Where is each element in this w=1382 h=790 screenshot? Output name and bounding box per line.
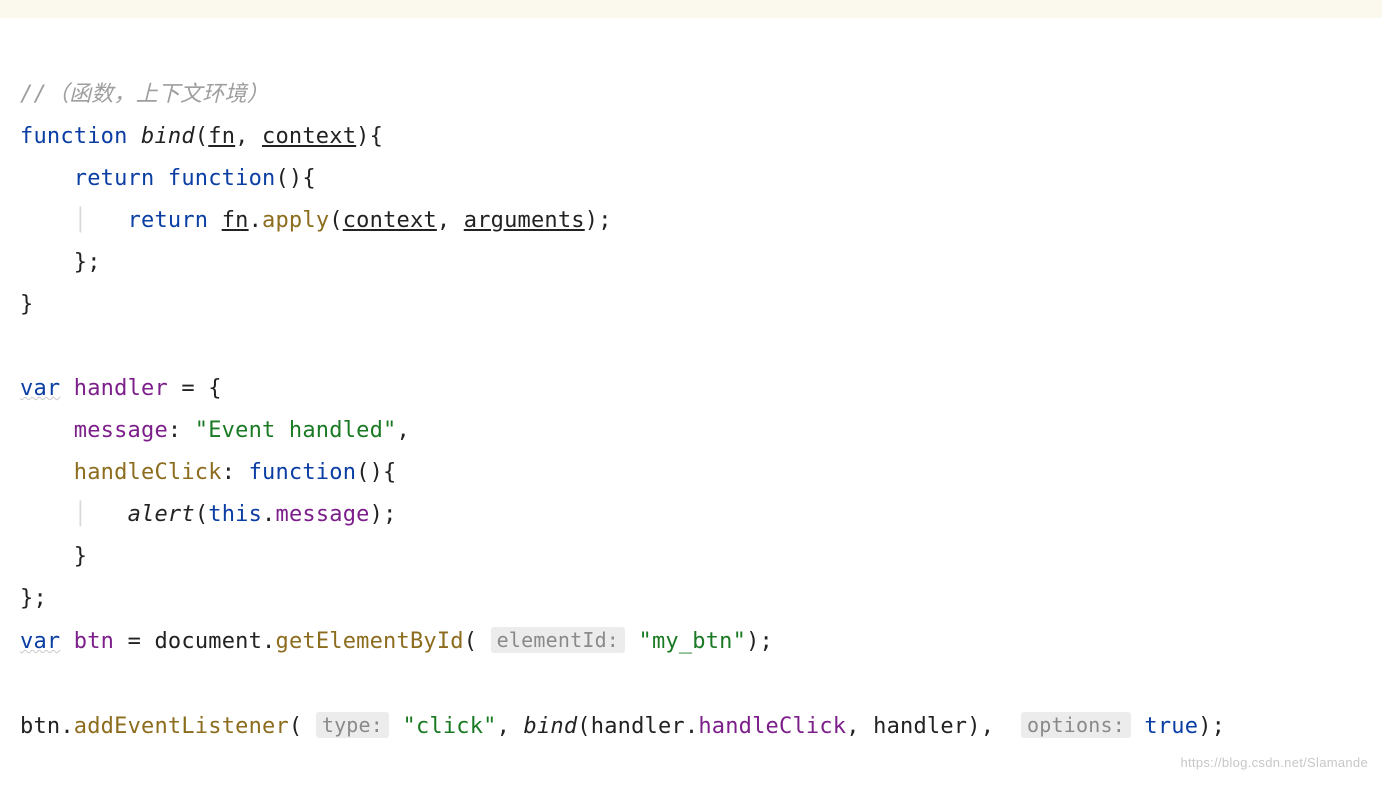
- property-message: message: [74, 418, 168, 443]
- property-handleclick: handleClick: [74, 460, 222, 485]
- code-line: }: [20, 292, 33, 317]
- property-message: message: [276, 502, 370, 527]
- keyword-var: var: [20, 629, 60, 654]
- param-fn: fn: [208, 124, 235, 149]
- fn-alert: alert: [128, 502, 195, 527]
- param-hint-type: type:: [316, 712, 389, 738]
- code-line: return function(){: [20, 166, 316, 191]
- identifier-handler: handler: [873, 714, 967, 739]
- keyword-function: function: [249, 460, 357, 485]
- code-line: var btn = document.getElementById( eleme…: [20, 629, 773, 654]
- param-context: context: [343, 208, 437, 233]
- fn-bind-call: bind: [524, 714, 578, 739]
- comment-text: //（函数，上下文环境）: [20, 82, 269, 107]
- code-line: [20, 671, 33, 696]
- string-click: "click": [403, 714, 497, 739]
- code-line: function bind(fn, context){: [20, 124, 383, 149]
- code-line: │ alert(this.message);: [20, 502, 397, 527]
- param-arguments: arguments: [464, 208, 585, 233]
- code-line: };: [20, 250, 101, 275]
- keyword-function: function: [20, 124, 128, 149]
- param-fn: fn: [222, 208, 249, 233]
- identifier-handler: handler: [74, 376, 168, 401]
- keyword-function: function: [168, 166, 276, 191]
- code-line: btn.addEventListener( type: "click", bin…: [20, 714, 1225, 739]
- indent-guide: │: [74, 208, 87, 233]
- fn-name-bind: bind: [141, 124, 195, 149]
- identifier-document: document: [154, 629, 262, 654]
- code-line: };: [20, 586, 47, 611]
- boolean-true: true: [1144, 714, 1198, 739]
- param-hint-elementid: elementId:: [491, 627, 625, 653]
- code-line: [20, 334, 33, 359]
- string-my-btn: "my_btn": [639, 629, 747, 654]
- param-hint-options: options:: [1021, 712, 1131, 738]
- identifier-btn: btn: [74, 629, 114, 654]
- identifier-handler: handler: [591, 714, 685, 739]
- string-event-handled: "Event handled": [195, 418, 397, 443]
- method-apply: apply: [262, 208, 329, 233]
- property-handleclick: handleClick: [698, 714, 846, 739]
- watermark-text: https://blog.csdn.net/Slamande: [1180, 742, 1368, 784]
- method-getelementbyid: getElementById: [276, 629, 464, 654]
- code-line: handleClick: function(){: [20, 460, 396, 485]
- param-context: context: [262, 124, 356, 149]
- code-line: var handler = {: [20, 376, 222, 401]
- code-line: }: [20, 544, 87, 569]
- top-banner: [0, 0, 1382, 18]
- code-line: message: "Event handled",: [20, 418, 410, 443]
- code-block: //（函数，上下文环境） function bind(fn, context){…: [0, 18, 1382, 790]
- method-addeventlistener: addEventListener: [74, 714, 289, 739]
- identifier-btn: btn: [20, 714, 60, 739]
- indent-guide: │: [74, 502, 87, 527]
- keyword-this: this: [208, 502, 262, 527]
- code-line: │ return fn.apply(context, arguments);: [20, 208, 612, 233]
- code-line: //（函数，上下文环境）: [20, 82, 269, 107]
- keyword-return: return: [128, 208, 209, 233]
- keyword-var: var: [20, 376, 60, 401]
- keyword-return: return: [74, 166, 155, 191]
